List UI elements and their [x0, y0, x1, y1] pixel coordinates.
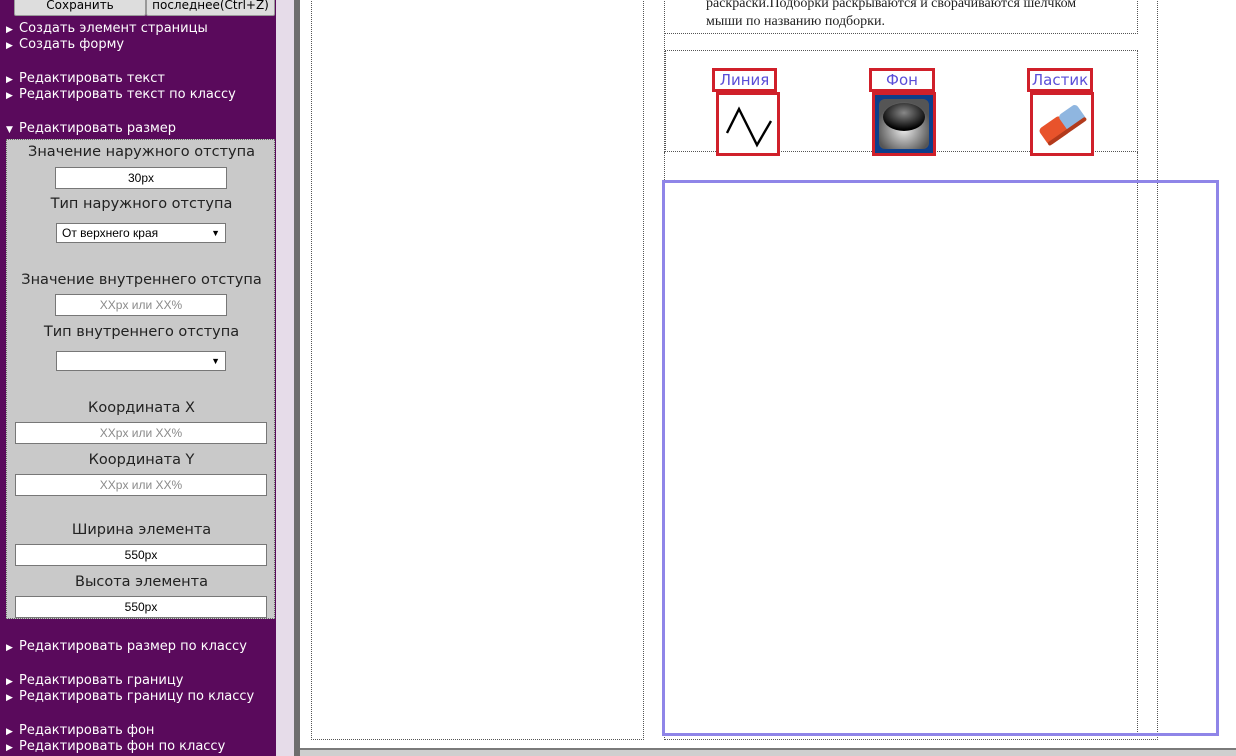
margin-type-label: Тип наружного отступа [50, 196, 233, 212]
height-input[interactable]: 550px [15, 596, 267, 618]
menu-edit-bg[interactable]: ▶ Редактировать фон [6, 723, 154, 738]
fill-background-icon[interactable] [872, 92, 936, 156]
menu-edit-border-class[interactable]: ▶ Редактировать границу по классу [6, 689, 254, 704]
menu-edit-size[interactable]: ▼ Редактировать размер [6, 121, 176, 136]
arrow-right-icon: ▶ [6, 75, 13, 85]
undo-button[interactable]: последнее(Ctrl+Z) [146, 0, 275, 16]
margin-value-label: Значение наружного отступа [28, 144, 255, 160]
margin-type-select[interactable]: От верхнего края ▼ [56, 223, 226, 243]
arrow-right-icon: ▶ [6, 25, 13, 35]
arrow-right-icon: ▶ [6, 677, 13, 687]
arrow-right-icon: ▶ [6, 41, 13, 51]
dropdown-caret-icon: ▼ [211, 228, 220, 238]
left-column-block[interactable] [311, 0, 644, 740]
dropdown-caret-icon: ▼ [211, 356, 220, 366]
tool-eraser-label[interactable]: Ластик [1027, 68, 1093, 92]
menu-create-element[interactable]: ▶ Создать элемент страницы [6, 21, 208, 36]
padding-value-input[interactable]: XXpx или XX% [55, 294, 227, 316]
padding-value-label: Значение внутреннего отступа [21, 272, 262, 288]
sidebar: Сохранить последнее(Ctrl+Z) ▶ Создать эле… [0, 0, 276, 756]
eraser-icon[interactable] [1030, 92, 1094, 156]
menu-edit-size-class[interactable]: ▶ Редактировать размер по классу [6, 639, 247, 654]
coord-y-label: Координата Y [88, 452, 195, 468]
drawing-area[interactable] [662, 180, 1219, 736]
canvas-frame-bottom [300, 748, 1236, 756]
tool-background-label[interactable]: Фон [869, 68, 935, 92]
size-properties-panel: Значение наружного отступа 30px Тип нару… [6, 139, 275, 619]
coord-x-label: Координата X [88, 400, 195, 416]
arrow-right-icon: ▶ [6, 693, 13, 703]
coord-y-input[interactable]: XXpx или XX% [15, 474, 267, 496]
arrow-right-icon: ▶ [6, 743, 13, 753]
line-tool-icon[interactable] [716, 92, 780, 156]
width-input[interactable]: 550px [15, 544, 267, 566]
width-label: Ширина элемента [71, 522, 212, 538]
arrow-right-icon: ▶ [6, 643, 13, 653]
padding-type-select[interactable]: ▼ [56, 351, 226, 371]
menu-create-form[interactable]: ▶ Создать форму [6, 37, 124, 52]
margin-value-input[interactable]: 30px [55, 167, 227, 189]
coord-x-input[interactable]: XXpx или XX% [15, 422, 267, 444]
save-button[interactable]: Сохранить [14, 0, 146, 16]
menu-edit-text[interactable]: ▶ Редактировать текст [6, 71, 165, 86]
tool-line-label[interactable]: Линия [712, 68, 777, 92]
menu-edit-bg-class[interactable]: ▶ Редактировать фон по классу [6, 739, 225, 754]
height-label: Высота элемента [75, 574, 208, 590]
arrow-right-icon: ▶ [6, 91, 13, 101]
menu-edit-border[interactable]: ▶ Редактировать границу [6, 673, 183, 688]
arrow-right-icon: ▶ [6, 727, 13, 737]
padding-type-label: Тип внутреннего отступа [43, 324, 240, 340]
menu-edit-text-class[interactable]: ▶ Редактировать текст по классу [6, 87, 236, 102]
description-text: раскраски.Подборки раскрываются и сворач… [706, 0, 1077, 29]
arrow-down-icon: ▼ [6, 125, 13, 135]
sidebar-gutter [276, 0, 294, 756]
